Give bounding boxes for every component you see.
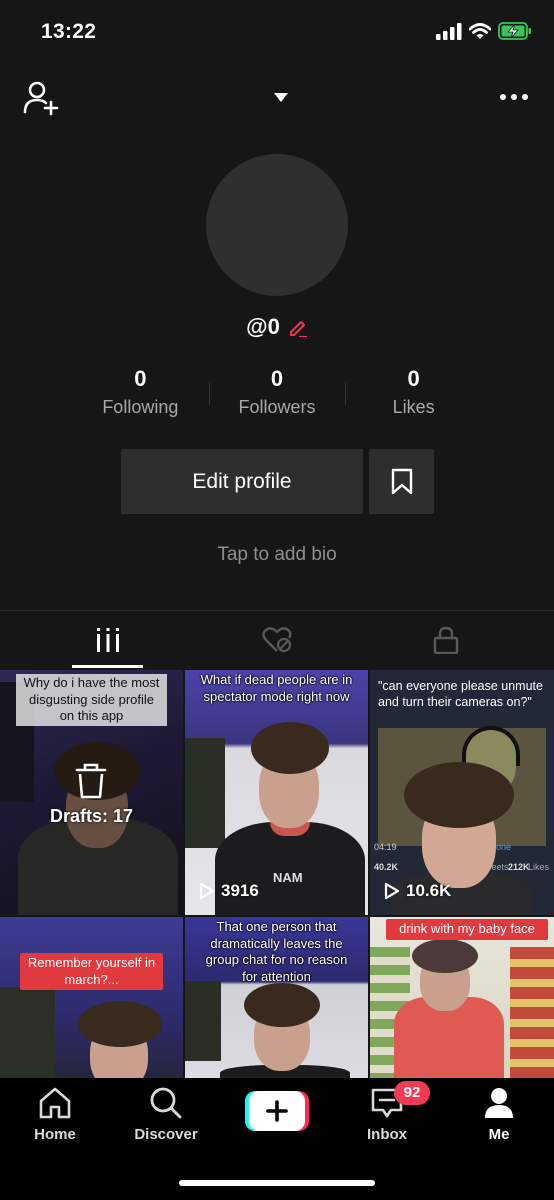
- bio-placeholder[interactable]: Tap to add bio: [0, 544, 554, 566]
- edit-username-icon[interactable]: [288, 317, 308, 337]
- video-caption: That one person that dramatically leaves…: [205, 919, 348, 984]
- stat-label: Likes: [392, 397, 435, 417]
- video-tile[interactable]: Remember yourself in march?...: [0, 917, 183, 1078]
- view-count: 3916: [199, 881, 259, 901]
- view-count: 10.6K: [384, 881, 451, 901]
- video-caption: Remember yourself in march?...: [20, 953, 163, 990]
- tab-private[interactable]: [354, 612, 538, 667]
- status-time: 13:22: [41, 20, 97, 43]
- video-caption: "can everyone please unmute and turn the…: [378, 679, 543, 709]
- battery-charging-icon: [498, 22, 531, 40]
- stat-value: 0: [270, 366, 284, 391]
- nav-discover[interactable]: Discover: [121, 1086, 211, 1143]
- nav-label: Inbox: [367, 1126, 407, 1143]
- video-tile[interactable]: NAM What if dead people are in spectator…: [185, 670, 368, 915]
- tab-liked[interactable]: [185, 612, 369, 667]
- stat-value: 0: [407, 366, 420, 391]
- nav-label: Me: [488, 1126, 510, 1143]
- grid-icon: [97, 627, 119, 652]
- stat-label: Following: [102, 397, 179, 417]
- nav-home[interactable]: Home: [10, 1086, 100, 1143]
- tabs-divider: [0, 610, 554, 611]
- lock-icon: [433, 626, 459, 654]
- video-caption: Why do i have the most disgusting side p…: [16, 674, 167, 726]
- profile-stats: 0 Following 0 Followers 0 Likes: [72, 364, 482, 426]
- nav-label: Home: [34, 1126, 76, 1143]
- view-count-value: 3916: [221, 881, 259, 900]
- nav-label: Discover: [134, 1126, 198, 1143]
- view-count-value: 10.6K: [406, 881, 452, 900]
- video-thumbnail-person: [60, 987, 180, 1078]
- drafts-trash-icon: [75, 763, 107, 799]
- shirt-logo: NAM: [273, 870, 303, 885]
- status-icons: [436, 22, 532, 40]
- home-icon: [39, 1087, 71, 1119]
- wifi-icon: [469, 22, 491, 39]
- liked-hidden-icon: [262, 626, 292, 652]
- home-indicator: [179, 1180, 375, 1186]
- video-tile[interactable]: drink with my baby face: [370, 917, 554, 1078]
- stat-following[interactable]: 0 Following: [72, 364, 209, 426]
- tab-videos[interactable]: [16, 612, 200, 667]
- active-tab-indicator: [72, 665, 143, 668]
- profile-icon: [485, 1088, 513, 1118]
- edit-profile-button[interactable]: Edit profile: [121, 449, 363, 514]
- more-options-icon[interactable]: [500, 94, 528, 100]
- signal-icon: [436, 22, 462, 40]
- video-tile-drafts[interactable]: Why do i have the most disgusting side p…: [0, 670, 183, 915]
- video-caption: drink with my baby face: [386, 919, 548, 940]
- add-friend-icon[interactable]: [22, 80, 62, 116]
- stat-label: Followers: [238, 397, 316, 417]
- stat-value: 0: [134, 366, 147, 391]
- video-caption: What if dead people are in spectator mod…: [200, 672, 353, 704]
- username: @0: [246, 314, 280, 339]
- username-row: @0: [0, 314, 554, 340]
- nav-me[interactable]: Me: [454, 1086, 544, 1143]
- drafts-count-label: Drafts: 17: [49, 806, 134, 826]
- avatar[interactable]: [206, 154, 348, 296]
- account-switch-caret-icon[interactable]: [274, 93, 288, 102]
- bookmark-icon: [391, 468, 412, 495]
- video-thumbnail-person: [384, 935, 514, 1078]
- create-plus-icon: [245, 1091, 309, 1131]
- play-icon: [199, 882, 215, 900]
- stat-followers[interactable]: 0 Followers: [209, 364, 346, 426]
- stat-divider: [345, 383, 346, 405]
- favorites-button[interactable]: [369, 449, 434, 514]
- create-video-button[interactable]: [245, 1091, 309, 1131]
- play-icon: [384, 882, 400, 900]
- video-tile[interactable]: That one person that dramatically leaves…: [185, 917, 368, 1078]
- stat-likes[interactable]: 0 Likes: [345, 364, 482, 426]
- inbox-badge: 92: [394, 1081, 430, 1105]
- video-tile[interactable]: "can everyone please unmute and turn the…: [370, 670, 554, 915]
- video-thumbnail-person: [220, 979, 350, 1078]
- search-icon: [150, 1087, 182, 1119]
- stat-divider: [209, 383, 210, 405]
